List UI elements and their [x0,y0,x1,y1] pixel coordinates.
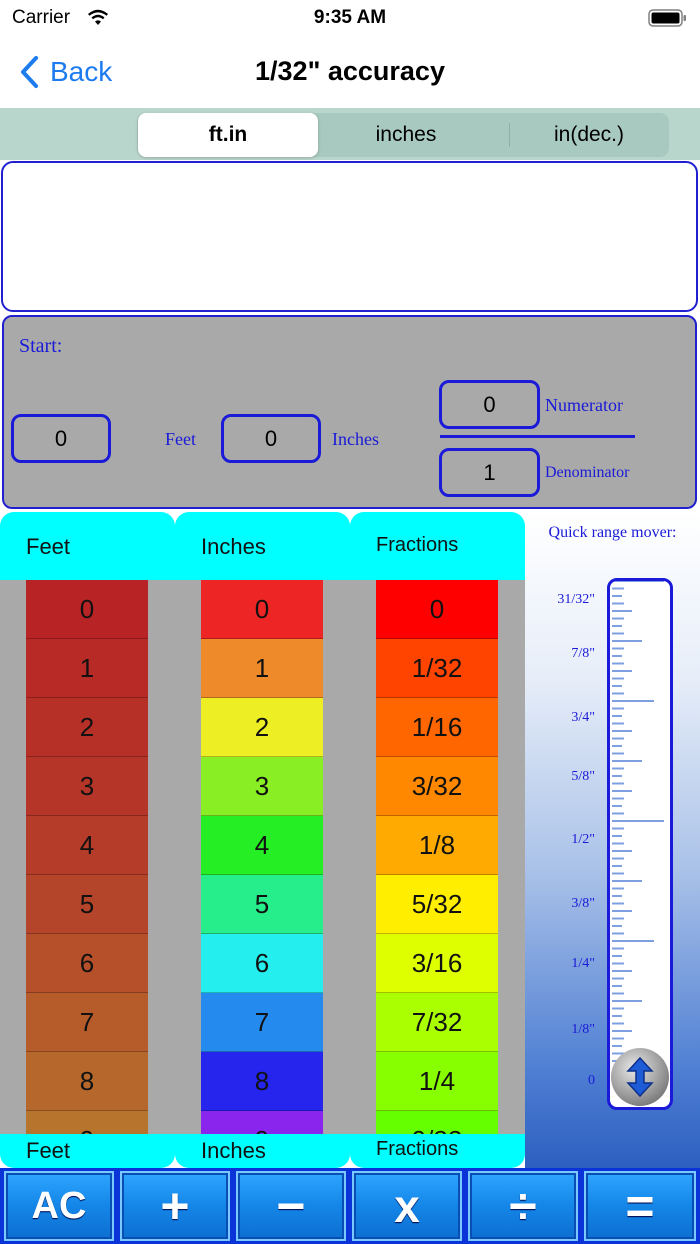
feet-picker-item[interactable]: 5 [26,875,148,934]
ruler-label: 7/8" [571,646,595,661]
inches-picker-item[interactable]: 6 [201,934,323,993]
range-ruler-slider[interactable] [607,578,673,1110]
ruler-label: 1/8" [571,1022,595,1037]
unit-mode-segmented-control: ft.in inches in(dec.) [137,113,669,157]
inches-picker-track: 0123456789 [201,580,323,1134]
inches-picker-wheel[interactable]: 0123456789 [175,580,350,1134]
add-button[interactable]: + [120,1171,230,1241]
subtract-button[interactable]: − [236,1171,346,1241]
fractions-picker-item[interactable]: 3/16 [376,934,498,993]
fractions-picker-item[interactable]: 5/32 [376,875,498,934]
status-bar: Carrier 9:35 AM [0,0,700,40]
page-title: 1/32" accuracy [255,56,445,86]
ruler-label: 3/8" [571,896,595,911]
fraction-bar [440,435,635,438]
feet-picker-footer: Feet [0,1134,175,1168]
inches-picker-item[interactable]: 4 [201,816,323,875]
denominator-label: Denominator [545,464,630,481]
fractions-picker-item[interactable]: 1/4 [376,1052,498,1111]
status-time: 9:35 AM [313,7,387,28]
start-inches-field[interactable]: 0 [221,414,321,463]
inches-footer-label: Inches [201,1138,266,1163]
inches-picker-item[interactable]: 3 [201,757,323,816]
ruler-label: 3/4" [571,710,595,725]
fractions-picker-wheel[interactable]: 01/321/163/321/85/323/167/321/49/32 [350,580,525,1134]
numerator-label: Numerator [545,395,623,415]
inches-picker-item[interactable]: 0 [201,580,323,639]
feet-picker-wheel[interactable]: 0123456789 [0,580,175,1134]
fractions-picker-header: Fractions [350,512,525,580]
fractions-picker-item[interactable]: 0 [376,580,498,639]
feet-picker-item[interactable]: 7 [26,993,148,1052]
result-display [1,161,698,312]
inches-picker-item[interactable]: 8 [201,1052,323,1111]
start-feet-field[interactable]: 0 [11,414,111,463]
battery-icon [648,9,686,27]
range-slider-knob[interactable] [611,1048,669,1106]
inches-header-label: Inches [201,534,266,559]
fractions-picker-item[interactable]: 9/32 [376,1111,498,1134]
unit-mode-bar: ft.in inches in(dec.) [0,108,700,160]
divide-button[interactable]: ÷ [468,1171,578,1241]
feet-picker-item[interactable]: 1 [26,639,148,698]
fractions-picker[interactable]: Fractions 0 1/32 1/16 3/32 1/8 5/32 3/16 7/32 1/… [350,512,525,1168]
feet-picker-item[interactable]: 0 [26,580,148,639]
inches-picker-header: Inches [175,512,350,580]
feet-header-label: Feet [26,534,71,559]
ruler-label: 0 [588,1073,595,1088]
feet-picker-item[interactable]: 9 [26,1111,148,1134]
inches-picker-item[interactable]: 1 [201,639,323,698]
inches-picker-item[interactable]: 9 [201,1111,323,1134]
start-panel: Start: 0 Feet 0 Inches 0 Numerator 1 Den… [2,315,697,509]
feet-picker-item[interactable]: 8 [26,1052,148,1111]
feet-picker-item[interactable]: 4 [26,816,148,875]
fractions-picker-footer: Fractions [350,1134,525,1168]
fractions-picker-item[interactable]: 1/32 [376,639,498,698]
feet-picker-track: 0123456789 [26,580,148,1134]
segment-inches[interactable]: inches [318,113,494,157]
start-numerator-field[interactable]: 0 [439,380,540,429]
fractions-picker-item[interactable]: 7/32 [376,993,498,1052]
fractions-picker-item[interactable]: 1/8 [376,816,498,875]
multiply-button[interactable]: x [352,1171,462,1241]
feet-picker-header: Feet [0,512,175,580]
feet-picker[interactable]: Feet 0123456789 Feet [0,512,175,1168]
ruler-label: 1/2" [571,832,595,847]
feet-picker-item[interactable]: 6 [26,934,148,993]
ruler-label: 1/4" [571,956,595,971]
fractions-footer-label: Fractions [376,1138,459,1160]
feet-picker-item[interactable]: 3 [26,757,148,816]
fractions-picker-item[interactable]: 1/16 [376,698,498,757]
fractions-picker-item[interactable]: 3/32 [376,757,498,816]
start-label: Start: [19,335,63,357]
equals-button[interactable]: = [584,1171,696,1241]
inches-picker-item[interactable]: 2 [201,698,323,757]
segment-ft-in[interactable]: ft.in [138,113,318,157]
segment-in-dec[interactable]: in(dec.) [510,113,668,157]
start-denominator-field[interactable]: 1 [439,448,540,497]
quick-range-mover: Quick range mover: 31/32" 7/8" 3/4" 5/8" 1/2… [525,512,700,1168]
ruler-label: 31/32" [557,592,595,607]
clear-button[interactable]: AC [4,1171,114,1241]
inches-picker-item[interactable]: 7 [201,993,323,1052]
feet-picker-item[interactable]: 2 [26,698,148,757]
feet-label: Feet [165,429,196,449]
range-mover-title: Quick range mover: [548,524,677,541]
ruler-ticks [612,581,664,1062]
up-down-arrow-icon [626,1056,654,1098]
fractions-picker-track: 01/321/163/321/85/323/167/321/49/32 [376,580,498,1134]
ruler-label: 5/8" [571,769,595,784]
fractions-header-label: Fractions [376,534,459,556]
inches-label: Inches [332,429,379,449]
inches-picker-item[interactable]: 5 [201,875,323,934]
operator-toolbar: AC + − x ÷ = [0,1168,700,1244]
navigation-bar: Back 1/32" accuracy [0,40,700,108]
inches-picker-footer: Inches [175,1134,350,1168]
inches-picker[interactable]: Inches 0123456789 Inches [175,512,350,1168]
feet-footer-label: Feet [26,1138,71,1163]
